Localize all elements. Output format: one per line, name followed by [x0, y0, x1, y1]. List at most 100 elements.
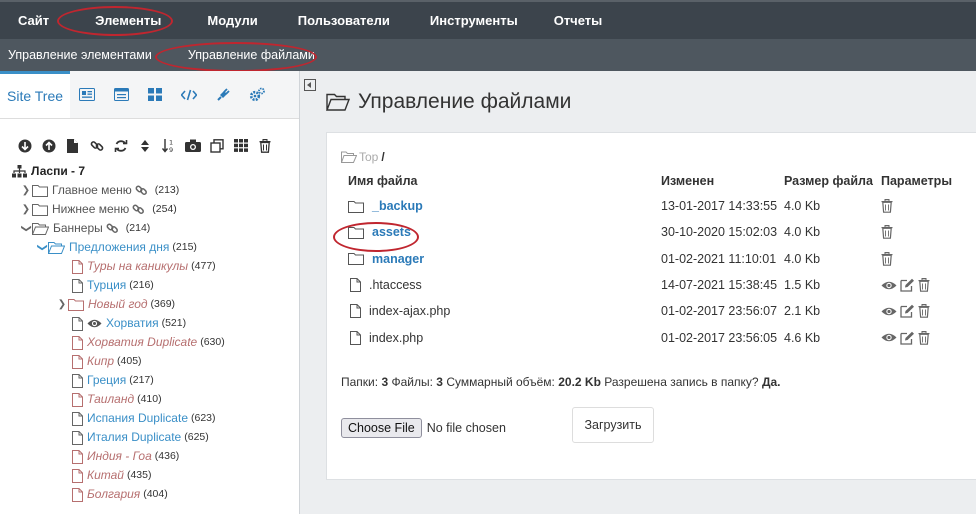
tree-root[interactable]: Ласпи - 7	[12, 162, 299, 181]
grid-icon[interactable]	[232, 137, 249, 154]
trash-icon[interactable]	[918, 330, 930, 345]
list-icon[interactable]	[104, 71, 138, 118]
tree-node[interactable]: Хорватия Duplicate (630)	[12, 333, 299, 352]
file-icon	[72, 354, 83, 369]
eye-icon[interactable]	[881, 332, 897, 343]
file-link[interactable]: .htaccess	[369, 278, 422, 292]
folder-open-icon	[341, 151, 357, 163]
modified-cell: 13-01-2017 14:33:55	[661, 199, 778, 214]
tree-node[interactable]: ❯ Нижнее меню (254)	[12, 200, 299, 219]
file-icon	[72, 373, 83, 388]
arrow-circle-down-icon[interactable]	[16, 137, 33, 154]
trash-icon[interactable]	[881, 199, 893, 213]
svg-text:9: 9	[169, 146, 173, 153]
tree-node[interactable]: Греция (217)	[12, 371, 299, 390]
sitemap-icon	[12, 165, 27, 178]
chevron-down-icon[interactable]: ❯	[33, 242, 52, 254]
arrow-circle-up-icon[interactable]	[40, 137, 57, 154]
nav-item-elements[interactable]: Элементы	[67, 2, 189, 39]
page-title: Управление файлами	[326, 90, 571, 114]
choose-file-button[interactable]: Choose File	[341, 418, 422, 438]
cogs-icon[interactable]	[240, 71, 274, 118]
file-input: Choose File No file chosen	[341, 418, 506, 438]
tree-node[interactable]: Испания Duplicate (623)	[12, 409, 299, 428]
sort-numeric-icon[interactable]: 19	[160, 137, 177, 154]
file-input-status: No file chosen	[426, 421, 506, 435]
left-panel: Site Tree 19 Ласпи - 7 ❯ Главное меню (2…	[0, 71, 300, 514]
tree-node-count: (410)	[137, 393, 162, 405]
tree-node[interactable]: ❯ Новый год (369)	[12, 295, 299, 314]
tab-site-tree[interactable]: Site Tree	[0, 71, 71, 118]
camera-icon[interactable]	[184, 137, 201, 154]
summary-folders-value: 3	[381, 375, 389, 389]
trash-icon[interactable]	[256, 137, 273, 154]
summary-files-value: 3	[436, 375, 443, 389]
folder-link[interactable]: _backup	[372, 199, 423, 213]
code-icon[interactable]	[172, 71, 206, 118]
collapse-panel-button[interactable]	[304, 79, 316, 91]
tree-node[interactable]: Туры на каникулы (477)	[12, 257, 299, 276]
tree-node[interactable]: Турция (216)	[12, 276, 299, 295]
edit-icon[interactable]	[900, 304, 915, 318]
trash-icon[interactable]	[881, 251, 893, 266]
file-icon	[72, 278, 83, 293]
tree-node-label: Нижнее меню	[52, 202, 130, 216]
tree-node[interactable]: Таиланд (410)	[12, 390, 299, 409]
folder-icon	[32, 203, 48, 216]
tree-node[interactable]: Индия - Гоа (436)	[12, 447, 299, 466]
link-icon[interactable]	[88, 137, 105, 154]
tree-node[interactable]: Кипр (405)	[12, 352, 299, 371]
nav-item-users[interactable]: Пользователи	[276, 2, 408, 39]
table-header-row: Имя файла Изменен Размер файла Параметры	[341, 169, 976, 193]
tree-node[interactable]: ❯ Баннеры (214)	[12, 219, 299, 238]
chevron-right-icon[interactable]: ❯	[20, 200, 32, 219]
file-icon[interactable]	[64, 137, 81, 154]
modified-cell: 14-07-2021 15:38:45	[661, 278, 778, 293]
file-table: Имя файла Изменен Размер файла Параметры…	[341, 169, 976, 351]
file-icon	[72, 335, 83, 350]
file-icon	[72, 449, 83, 464]
table-row: assets 30-10-2020 15:02:03 4.0 Kb	[341, 219, 976, 245]
eye-icon	[87, 318, 102, 329]
tree-node-count: (623)	[191, 412, 216, 424]
upload-button[interactable]: Загрузить	[572, 407, 654, 443]
breadcrumb-top-link[interactable]: Top	[359, 150, 378, 164]
copy-icon[interactable]	[208, 137, 225, 154]
modified-cell: 30-10-2020 15:02:03	[661, 225, 778, 240]
tree-node[interactable]: Болгария (404)	[12, 485, 299, 504]
edit-icon[interactable]	[900, 331, 915, 345]
subnav-item-manage-files[interactable]: Управление файлами	[180, 48, 323, 62]
file-icon	[350, 304, 361, 319]
trash-icon[interactable]	[918, 278, 930, 292]
nav-item-tools[interactable]: Инструменты	[408, 2, 536, 39]
subnav-item-manage-elements[interactable]: Управление элементами	[0, 48, 160, 62]
tree-node-count: (216)	[129, 279, 154, 291]
edit-icon[interactable]	[900, 278, 915, 292]
nav-item-reports[interactable]: Отчеты	[536, 2, 621, 39]
trash-icon[interactable]	[881, 225, 893, 240]
documents-icon[interactable]	[70, 71, 104, 118]
file-link[interactable]: index-ajax.php	[369, 304, 450, 318]
trash-icon[interactable]	[918, 304, 930, 319]
eye-icon[interactable]	[881, 306, 897, 317]
nav-item-site[interactable]: Сайт	[0, 2, 67, 39]
chevron-right-icon[interactable]: ❯	[56, 295, 68, 314]
tree-node[interactable]: Хорватия (521)	[12, 314, 299, 333]
summary-write-label: Разрешена запись в папку?	[604, 375, 759, 389]
refresh-icon[interactable]	[112, 137, 129, 154]
folder-icon	[348, 226, 364, 239]
folder-link[interactable]: assets	[372, 225, 411, 239]
folder-link[interactable]: manager	[372, 252, 424, 266]
chevron-right-icon[interactable]: ❯	[20, 181, 32, 200]
tree-node[interactable]: ❯ Предложения дня (215)	[12, 238, 299, 257]
grid-icon[interactable]	[138, 71, 172, 118]
file-link[interactable]: index.php	[369, 331, 423, 345]
plug-icon[interactable]	[206, 71, 240, 118]
tree-node[interactable]: Китай (435)	[12, 466, 299, 485]
chevron-down-icon[interactable]: ❯	[17, 223, 36, 235]
tree-node[interactable]: Италия Duplicate (625)	[12, 428, 299, 447]
nav-item-modules[interactable]: Модули	[189, 2, 275, 39]
tree-node[interactable]: ❯ Главное меню (213)	[12, 181, 299, 200]
eye-icon[interactable]	[881, 280, 897, 291]
sort-icon[interactable]	[136, 137, 153, 154]
